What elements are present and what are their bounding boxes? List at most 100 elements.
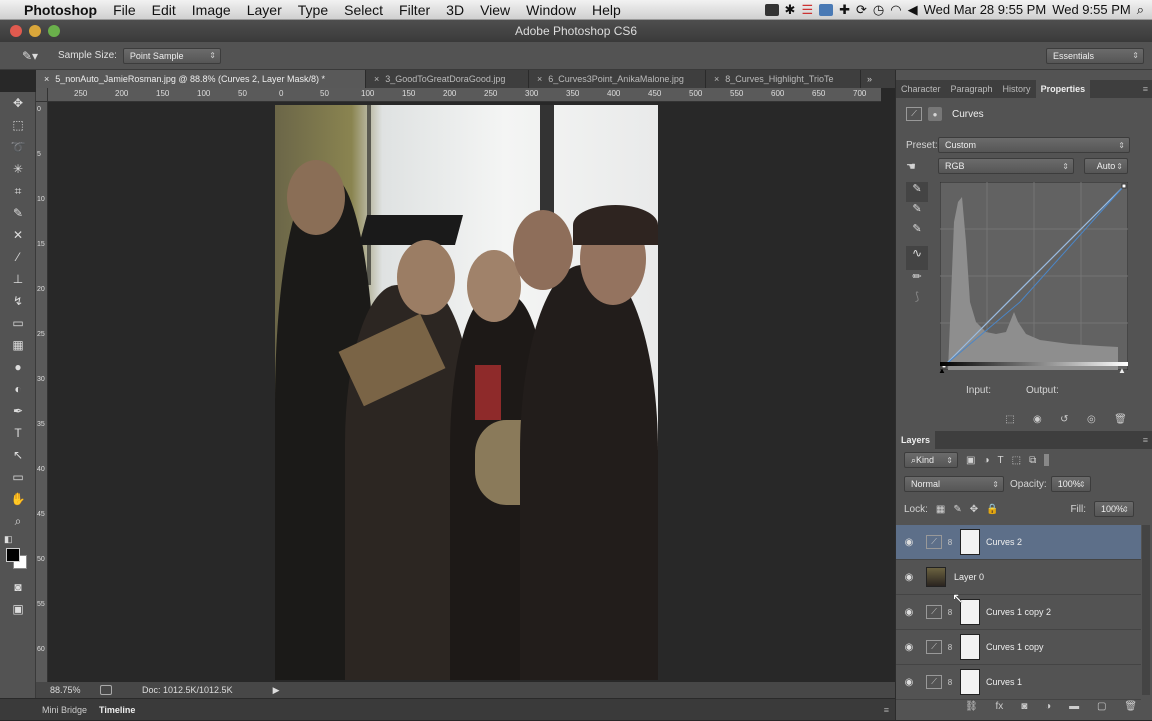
shield-icon[interactable] (819, 3, 834, 16)
lock-pixels-icon[interactable]: ✎ (953, 504, 961, 515)
white-point-eyedropper-icon[interactable]: ✎ (906, 222, 928, 242)
close-icon[interactable]: × (714, 74, 719, 84)
menu-window[interactable]: Window (518, 2, 584, 18)
clock-date[interactable]: Wed Mar 28 9:55 PM (924, 2, 1047, 17)
list-icon[interactable]: ☰ (801, 2, 813, 18)
spotlight-icon[interactable]: ⌕ (1137, 2, 1144, 18)
layer-name[interactable]: Curves 2 (986, 537, 1022, 547)
link-chain-icon[interactable]: 8 (946, 678, 954, 687)
lock-transparent-icon[interactable]: ▦ (936, 504, 945, 515)
new-layer-icon[interactable]: ▢ (1097, 701, 1106, 717)
link-chain-icon[interactable]: 8 (946, 608, 954, 617)
menu-view[interactable]: View (472, 2, 518, 18)
doc-tab-1[interactable]: × 5_nonAuto_JamieRosman.jpg @ 88.8% (Curv… (36, 70, 366, 88)
close-window-button[interactable] (10, 25, 22, 37)
blur-tool-icon[interactable]: ● (0, 356, 36, 378)
menu-file[interactable]: File (105, 2, 144, 18)
status-menu-arrow-icon[interactable]: ▶ (273, 685, 280, 696)
delete-layer-icon[interactable]: 🗑 (1124, 701, 1137, 717)
visibility-eye-icon[interactable]: ◉ (896, 537, 922, 548)
layer-mask-thumbnail[interactable] (960, 634, 980, 660)
black-point-eyedropper-icon[interactable]: ✎ (906, 182, 928, 202)
shape-filter-icon[interactable]: ⬚ (1012, 455, 1021, 466)
type-filter-icon[interactable]: T (998, 455, 1004, 466)
visibility-eye-icon[interactable]: ◉ (896, 572, 922, 583)
menu-select[interactable]: Select (336, 2, 391, 18)
menu-filter[interactable]: Filter (391, 2, 438, 18)
new-group-icon[interactable]: ▬ (1069, 701, 1079, 717)
clock-icon[interactable]: ◷ (873, 2, 884, 18)
new-adjustment-icon[interactable]: ◑ (1045, 701, 1051, 717)
tab-mini-bridge[interactable]: Mini Bridge (36, 699, 93, 721)
clone-stamp-tool-icon[interactable]: ⊥ (0, 268, 36, 290)
layer-row-curves-2[interactable]: ◉ ⟋ 8 Curves 2 (896, 525, 1141, 560)
menu-edit[interactable]: Edit (144, 2, 184, 18)
menu-app-photoshop[interactable]: Photoshop (16, 2, 105, 18)
tab-timeline[interactable]: Timeline (93, 699, 141, 721)
opacity-field[interactable]: 100% (1050, 476, 1091, 492)
hand-tool-icon[interactable]: ✋ (0, 488, 36, 510)
doc-tab-2[interactable]: × 3_GoodToGreatDoraGood.jpg (366, 70, 529, 88)
path-select-tool-icon[interactable]: ↖ (0, 444, 36, 466)
eyedropper-tool-preset-icon[interactable]: ✎▾ (22, 49, 46, 63)
sync-icon[interactable]: ⟳ (856, 2, 867, 18)
view-previous-icon[interactable]: ◉ (1033, 414, 1042, 430)
layer-name[interactable]: Curves 1 copy 2 (986, 607, 1051, 617)
tab-paragraph[interactable]: Paragraph (946, 80, 998, 98)
screen-icon[interactable] (764, 3, 779, 16)
photo-image[interactable] (275, 105, 658, 680)
more-tabs-icon[interactable]: » (861, 70, 878, 88)
preset-dropdown[interactable]: Custom (938, 137, 1130, 153)
move-tool-icon[interactable]: ✥ (0, 92, 36, 114)
eraser-tool-icon[interactable]: ▭ (0, 312, 36, 334)
draw-curve-icon[interactable]: ✏ (906, 270, 928, 290)
zoom-window-button[interactable] (48, 25, 60, 37)
clip-to-layer-icon[interactable]: ⬚ (1005, 414, 1014, 430)
clock-time[interactable]: Wed 9:55 PM (1052, 2, 1131, 17)
link-chain-icon[interactable]: 8 (946, 538, 954, 547)
brush-tool-icon[interactable]: ⁄ (0, 246, 36, 268)
filter-toggle-icon[interactable] (1044, 454, 1050, 466)
on-image-adjust-icon[interactable]: ☚ (906, 160, 938, 173)
default-colors-icon[interactable]: ◧ (0, 532, 36, 546)
doc-tab-3[interactable]: × 6_Curves3Point_AnikaMalone.jpg (529, 70, 706, 88)
history-brush-tool-icon[interactable]: ↯ (0, 290, 36, 312)
quick-mask-icon[interactable]: ◙ (0, 576, 36, 598)
pen-tool-icon[interactable]: ✒ (0, 400, 36, 422)
vertical-ruler[interactable]: 0 5 10 15 20 25 30 35 40 45 50 55 60 (36, 102, 48, 682)
menu-layer[interactable]: Layer (239, 2, 290, 18)
rectangle-tool-icon[interactable]: ▭ (0, 466, 36, 488)
horizontal-ruler[interactable]: 250 200 150 100 50 0 50 100 150 200 250 300 350 400 45… (48, 88, 881, 102)
color-swatches[interactable] (0, 546, 36, 576)
tab-layers[interactable]: Layers (896, 431, 936, 449)
menu-3d[interactable]: 3D (438, 2, 472, 18)
plus-icon[interactable]: ✚ (839, 2, 850, 18)
menu-image[interactable]: Image (184, 2, 239, 18)
layer-name[interactable]: Layer 0 (954, 572, 984, 582)
panel-menu-icon[interactable]: ≡ (884, 705, 889, 715)
lock-all-icon[interactable]: 🔒 (986, 504, 998, 515)
status-options-icon[interactable] (100, 685, 112, 695)
auto-button[interactable]: Auto (1084, 158, 1128, 174)
zoom-level[interactable]: 88.75% (50, 685, 90, 695)
menu-help[interactable]: Help (584, 2, 629, 18)
layer-row-layer-0[interactable]: ◉ Layer 0 (896, 560, 1141, 595)
zoom-tool-icon[interactable]: ⌕ (0, 510, 36, 532)
tab-properties[interactable]: Properties (1035, 80, 1091, 98)
screen-mode-icon[interactable]: ▣ (0, 598, 36, 620)
layer-thumbnail[interactable] (926, 567, 946, 587)
doc-tab-4[interactable]: × 8_Curves_Highlight_TrioTe (706, 70, 861, 88)
gear-icon[interactable]: ✱ (785, 2, 796, 18)
add-mask-icon[interactable]: ◙ (1021, 701, 1027, 717)
layer-style-icon[interactable]: fx (996, 701, 1004, 717)
curves-graph[interactable] (940, 182, 1128, 370)
layer-row-curves-1-copy-2[interactable]: ◉ ⟋ 8 Curves 1 copy 2 (896, 595, 1141, 630)
wifi-icon[interactable]: ◠ (890, 2, 901, 18)
channel-dropdown[interactable]: RGB (938, 158, 1074, 174)
smooth-curve-icon[interactable]: ⟆ (906, 290, 928, 310)
close-icon[interactable]: × (44, 74, 49, 84)
close-icon[interactable]: × (374, 74, 379, 84)
foreground-color[interactable] (6, 548, 20, 562)
lock-position-icon[interactable]: ✥ (970, 504, 978, 515)
reset-icon[interactable]: ↺ (1060, 414, 1068, 430)
